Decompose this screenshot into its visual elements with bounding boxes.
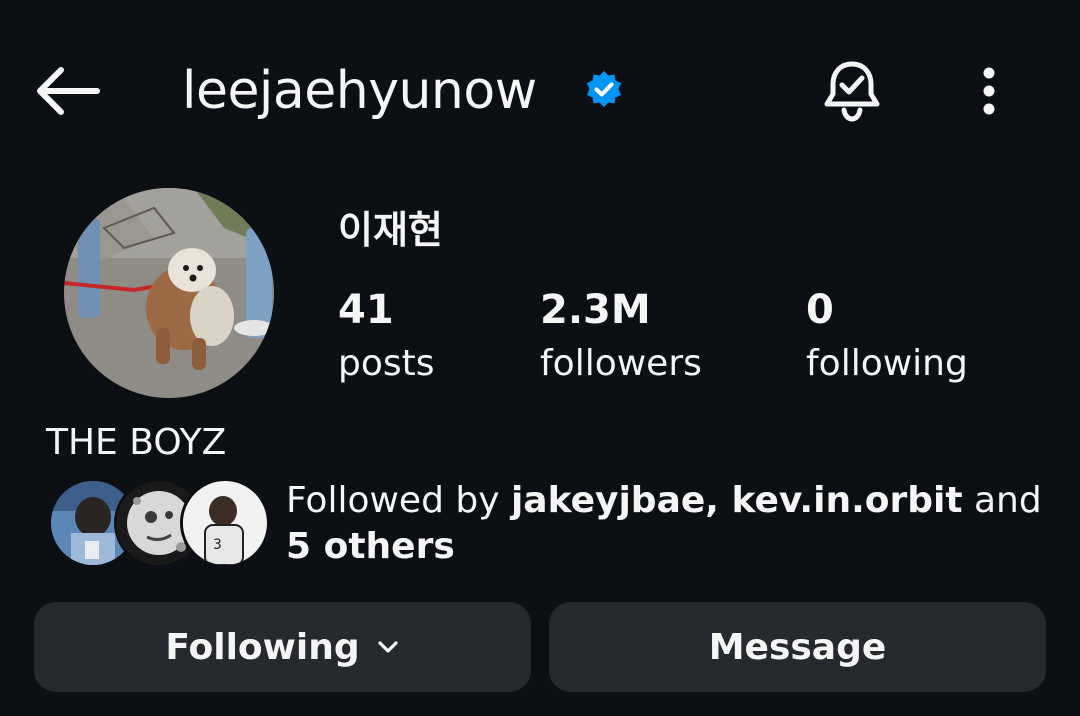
profile-bio: THE BOYZ [46,422,227,463]
notification-bell-icon [824,61,880,122]
notifications-button[interactable] [818,56,886,126]
mutual-separator: , [705,480,732,521]
posts-count-label: posts [338,343,435,384]
chevron-down-icon [378,641,398,653]
more-vertical-icon [983,67,995,115]
followers-count[interactable]: 2.3M followers [540,282,702,390]
posts-count-value: 41 [338,287,394,333]
profile-avatar[interactable] [64,188,274,398]
followers-count-value: 2.3M [540,287,651,333]
followers-count-label: followers [540,343,702,384]
mutual-username-1[interactable]: jakeyjbae [511,480,705,521]
followed-by-text[interactable]: Followed by jakeyjbae, kev.in.orbit and … [286,478,1046,570]
display-name: 이재현 [338,208,443,252]
following-button[interactable]: Following [34,602,531,692]
svg-text:3: 3 [213,537,222,553]
following-button-label: Following [165,626,360,668]
message-button-label: Message [708,626,887,668]
following-count[interactable]: 0 following [806,282,968,390]
followed-by-prefix: Followed by [286,480,511,521]
following-count-value: 0 [806,287,834,333]
following-count-label: following [806,343,968,384]
mutual-username-2[interactable]: kev.in.orbit [732,480,963,521]
mutual-avatar-3: 3 [180,478,270,568]
message-button[interactable]: Message [549,602,1046,692]
back-arrow-icon [37,67,100,115]
back-button[interactable] [30,60,106,122]
mutual-others-count[interactable]: 5 others [286,526,455,567]
verified-badge-icon [584,70,624,110]
followed-by-and: and [962,480,1042,521]
more-options-button[interactable] [965,58,1013,124]
mutual-followers-avatars[interactable]: 3 [48,478,270,568]
posts-count[interactable]: 41 posts [338,282,435,390]
profile-username: leejaehyunow [182,61,537,121]
